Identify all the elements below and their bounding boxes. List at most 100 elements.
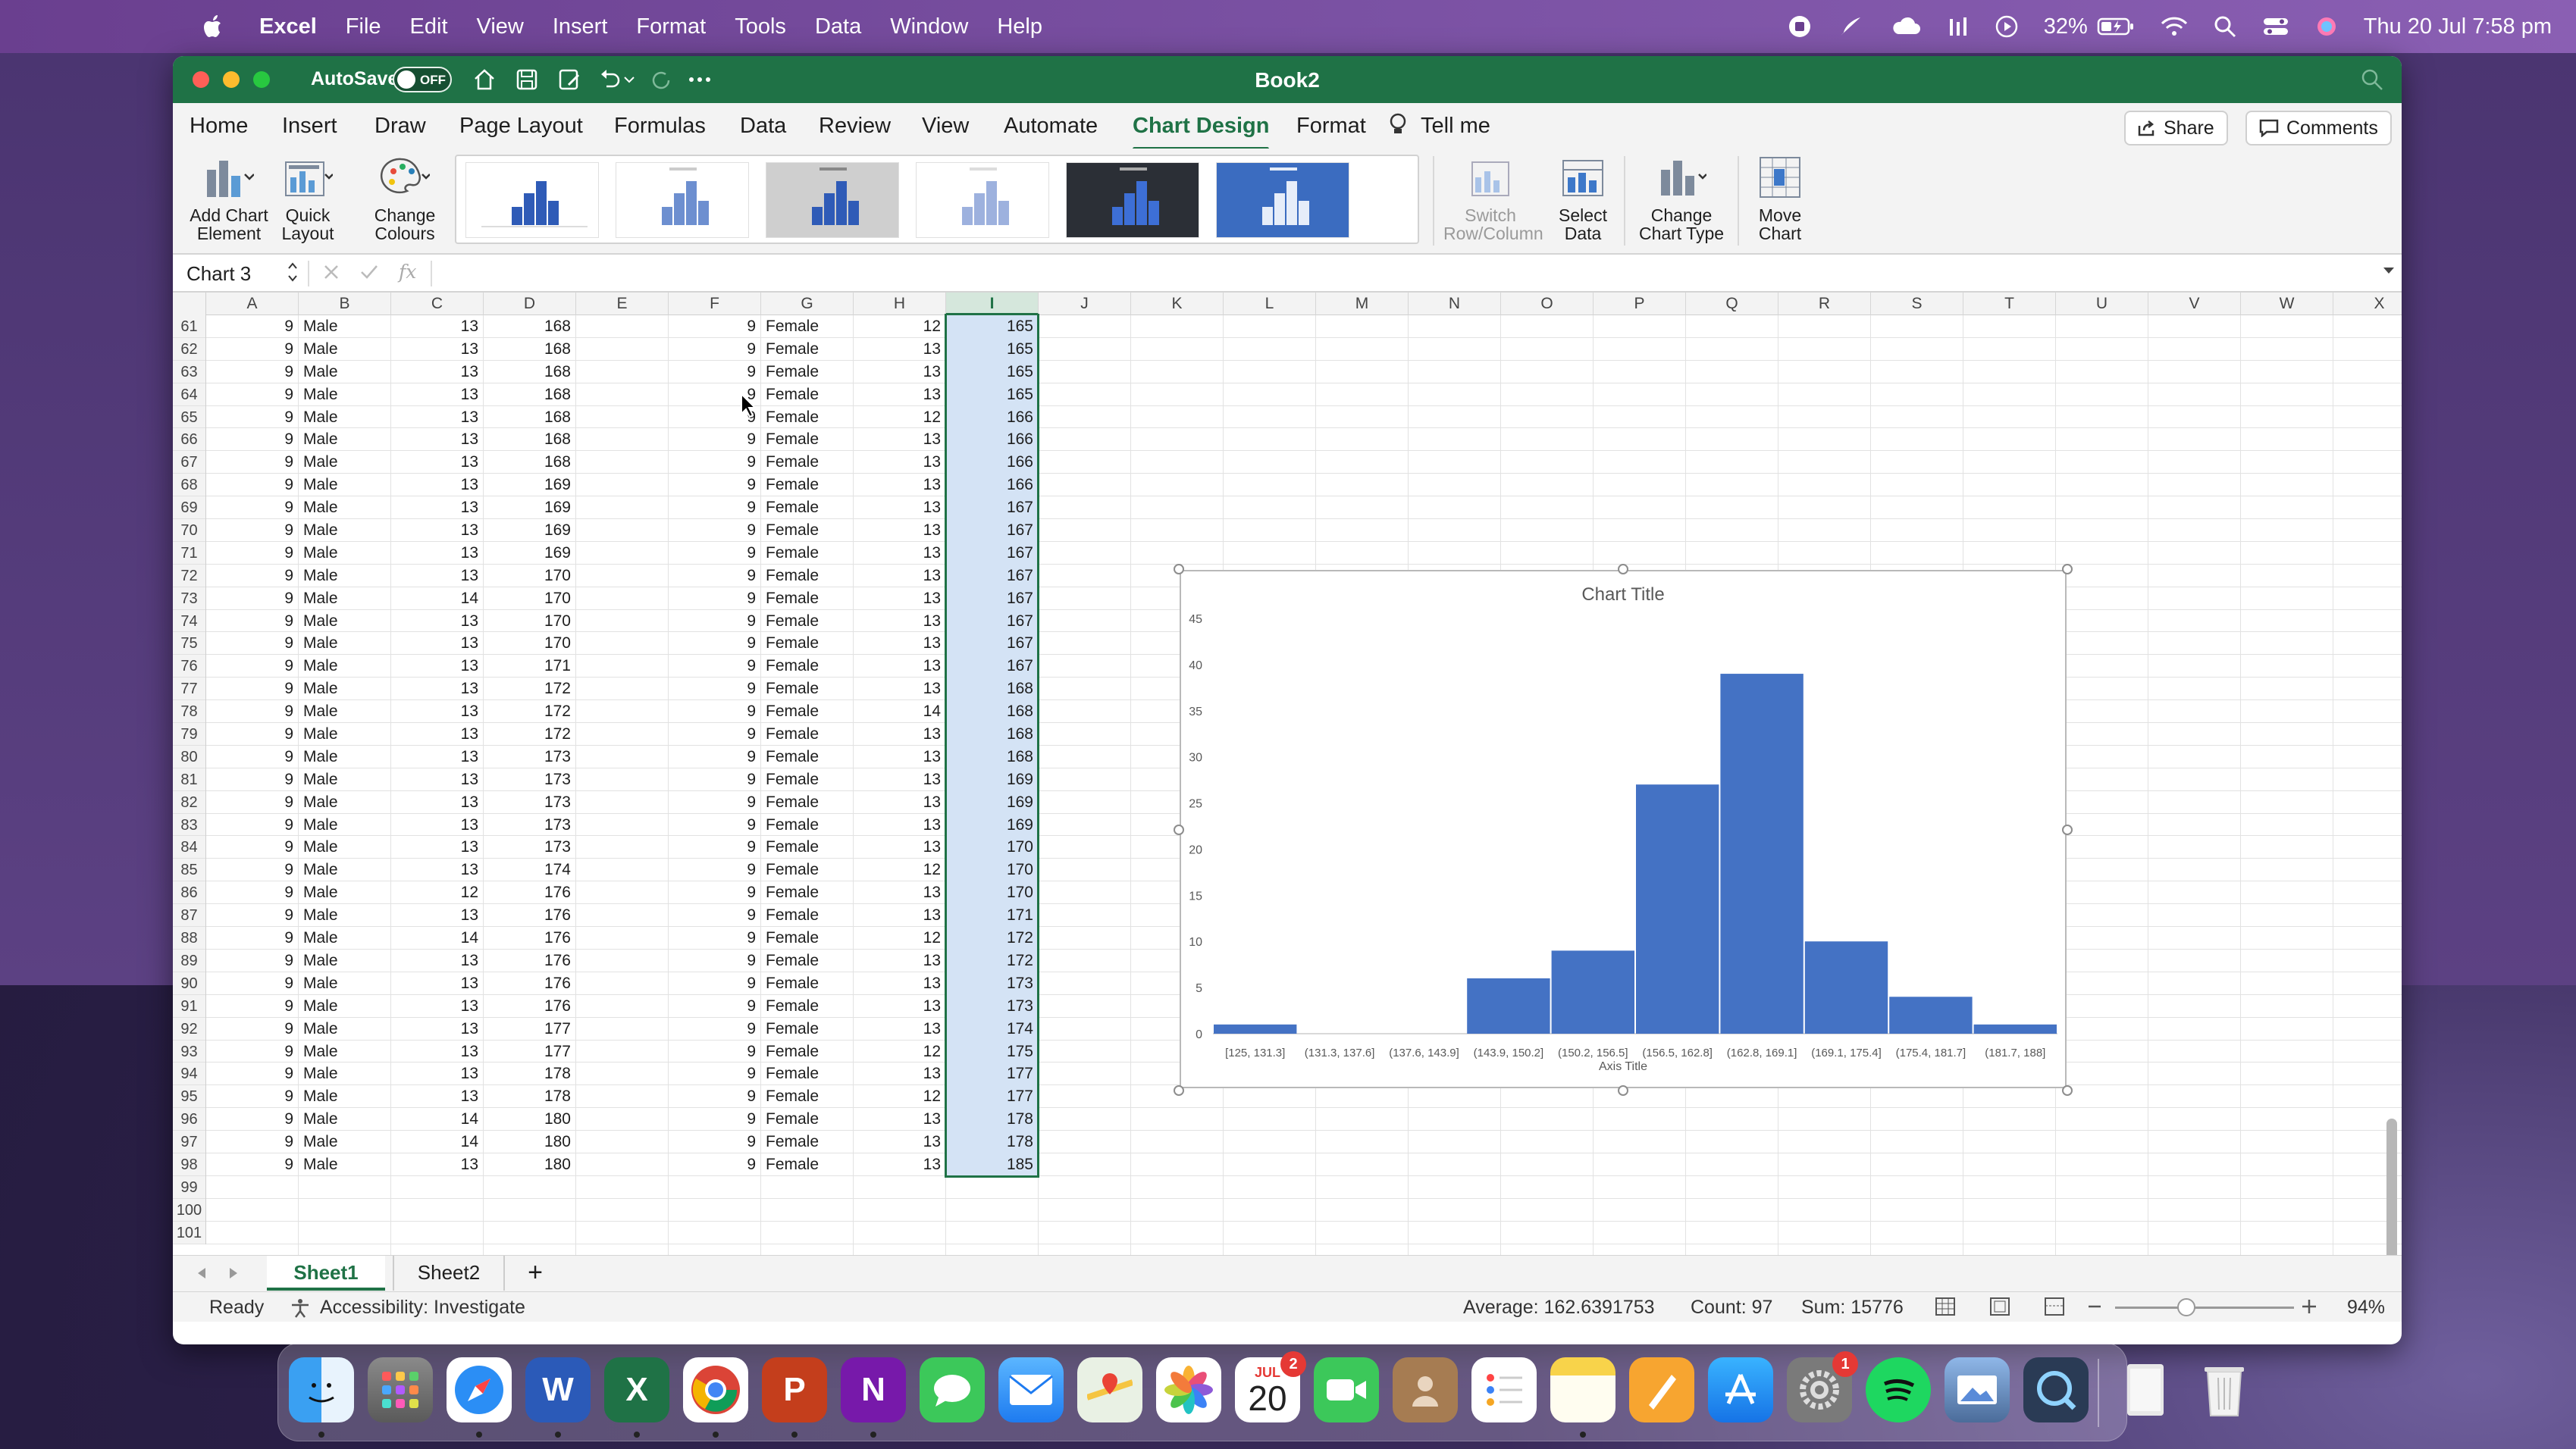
cell-d98[interactable]: 180: [484, 1153, 576, 1176]
facetime-icon[interactable]: [1314, 1357, 1379, 1422]
apple-icon[interactable]: [203, 14, 224, 39]
cell-i90[interactable]: 173: [946, 972, 1039, 995]
cell-d78[interactable]: 172: [484, 700, 576, 724]
cell-i96[interactable]: 178: [946, 1108, 1039, 1131]
cell-h73[interactable]: 13: [854, 587, 946, 610]
cell-g82[interactable]: Female: [761, 790, 854, 814]
row-header[interactable]: 100: [173, 1199, 205, 1222]
menu-help[interactable]: Help: [997, 14, 1042, 39]
cell-a66[interactable]: 9: [206, 428, 299, 452]
row-header[interactable]: 61: [173, 315, 205, 338]
cell-g98[interactable]: Female: [761, 1153, 854, 1176]
cell-h92[interactable]: 13: [854, 1017, 946, 1041]
cell-c76[interactable]: 13: [391, 655, 484, 678]
cell-i89[interactable]: 172: [946, 949, 1039, 972]
cell-f71[interactable]: 9: [669, 541, 761, 565]
row-header[interactable]: 97: [173, 1131, 205, 1153]
cell-c78[interactable]: 13: [391, 700, 484, 724]
cell-b97[interactable]: Male: [299, 1131, 391, 1153]
cell-a81[interactable]: 9: [206, 768, 299, 791]
prev-sheet-icon[interactable]: [196, 1266, 208, 1280]
row-header[interactable]: 72: [173, 565, 205, 587]
cell-a91[interactable]: 9: [206, 994, 299, 1018]
cell-i65[interactable]: 166: [946, 405, 1039, 429]
cell-h98[interactable]: 13: [854, 1153, 946, 1176]
play-icon[interactable]: [1995, 15, 2018, 38]
row-header[interactable]: 91: [173, 995, 205, 1018]
select-data-button[interactable]: Select Data: [1551, 153, 1615, 243]
cell-b98[interactable]: Male: [299, 1153, 391, 1176]
cell-f86[interactable]: 9: [669, 881, 761, 905]
column-header-e[interactable]: E: [576, 293, 669, 315]
cell-g87[interactable]: Female: [761, 904, 854, 928]
cell-h67[interactable]: 13: [854, 451, 946, 474]
cancel-formula-icon[interactable]: [321, 262, 341, 282]
cell-i62[interactable]: 165: [946, 337, 1039, 361]
column-header-n[interactable]: N: [1409, 293, 1501, 315]
cell-i68[interactable]: 166: [946, 474, 1039, 497]
cell-i93[interactable]: 175: [946, 1040, 1039, 1063]
cell-i75[interactable]: 167: [946, 632, 1039, 656]
cell-i101[interactable]: [946, 1221, 1039, 1244]
cell-c71[interactable]: 13: [391, 541, 484, 565]
tab-format[interactable]: Format: [1296, 114, 1366, 139]
column-header-w[interactable]: W: [2241, 293, 2333, 315]
cell-b64[interactable]: Male: [299, 383, 391, 406]
cell-i100[interactable]: [946, 1198, 1039, 1222]
chart-resize-handle[interactable]: [1174, 564, 1184, 574]
vertical-scrollbar[interactable]: [2386, 1119, 2397, 1255]
confirm-formula-icon[interactable]: [359, 262, 379, 282]
cell-b77[interactable]: Male: [299, 678, 391, 701]
cell-d65[interactable]: 168: [484, 405, 576, 429]
cell-c74[interactable]: 13: [391, 609, 484, 633]
preview-icon[interactable]: [1945, 1357, 2010, 1422]
cell-d86[interactable]: 176: [484, 881, 576, 905]
cell-g70[interactable]: Female: [761, 519, 854, 542]
cell-d67[interactable]: 168: [484, 451, 576, 474]
cell-a80[interactable]: 9: [206, 745, 299, 768]
cell-g97[interactable]: Female: [761, 1131, 854, 1153]
cell-f66[interactable]: 9: [669, 428, 761, 452]
cell-c73[interactable]: 14: [391, 587, 484, 610]
cell-d79[interactable]: 172: [484, 723, 576, 746]
cell-h90[interactable]: 13: [854, 972, 946, 995]
chart-style-4[interactable]: [916, 162, 1049, 238]
trash-icon[interactable]: [2192, 1357, 2257, 1422]
wifi-icon[interactable]: [2161, 16, 2188, 37]
safari-icon[interactable]: [447, 1357, 512, 1422]
cell-h77[interactable]: 13: [854, 678, 946, 701]
search-icon[interactable]: [2359, 67, 2385, 92]
cell-d101[interactable]: [484, 1221, 576, 1244]
row-header[interactable]: 68: [173, 474, 205, 497]
cell-a84[interactable]: 9: [206, 836, 299, 859]
cell-c66[interactable]: 13: [391, 428, 484, 452]
cell-i66[interactable]: 166: [946, 428, 1039, 452]
cell-c86[interactable]: 12: [391, 881, 484, 905]
share-button[interactable]: Share: [2124, 111, 2228, 146]
cell-b86[interactable]: Male: [299, 881, 391, 905]
tab-review[interactable]: Review: [819, 114, 891, 139]
cell-a82[interactable]: 9: [206, 790, 299, 814]
cell-f72[interactable]: 9: [669, 564, 761, 587]
cell-b79[interactable]: Male: [299, 723, 391, 746]
cell-a61[interactable]: 9: [206, 315, 299, 338]
cell-c99[interactable]: [391, 1175, 484, 1199]
cell-h72[interactable]: 13: [854, 564, 946, 587]
cell-g69[interactable]: Female: [761, 496, 854, 520]
cell-b68[interactable]: Male: [299, 474, 391, 497]
cell-a101[interactable]: [206, 1221, 299, 1244]
column-header-t[interactable]: T: [1963, 293, 2056, 315]
cell-a96[interactable]: 9: [206, 1108, 299, 1131]
column-header-v[interactable]: V: [2148, 293, 2241, 315]
cell-b87[interactable]: Male: [299, 904, 391, 928]
cell-f73[interactable]: 9: [669, 587, 761, 610]
cell-i95[interactable]: 177: [946, 1085, 1039, 1109]
cell-b67[interactable]: Male: [299, 451, 391, 474]
cell-d89[interactable]: 176: [484, 949, 576, 972]
menu-tools[interactable]: Tools: [735, 14, 786, 39]
cell-h69[interactable]: 13: [854, 496, 946, 520]
cell-c97[interactable]: 14: [391, 1131, 484, 1153]
cell-c69[interactable]: 13: [391, 496, 484, 520]
cell-b95[interactable]: Male: [299, 1085, 391, 1109]
finder-icon[interactable]: [289, 1357, 354, 1422]
